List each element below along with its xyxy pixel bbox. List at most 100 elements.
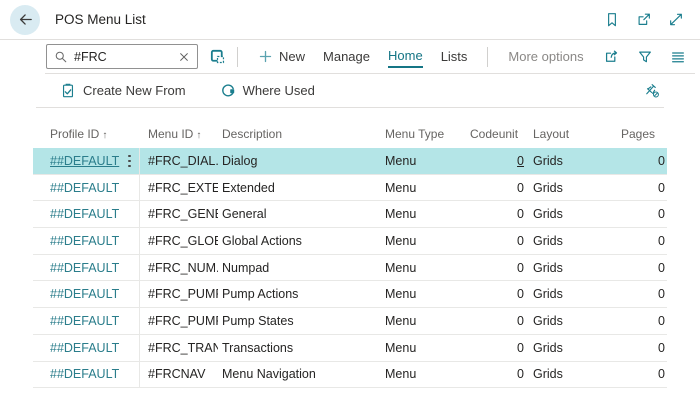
profile-id-link[interactable]: ##DEFAULT <box>50 181 119 195</box>
divider <box>487 47 488 67</box>
where-used-button[interactable]: Where Used <box>220 79 315 103</box>
create-new-from-button[interactable]: Create New From <box>60 78 186 103</box>
cell-description: Dialog <box>218 154 370 168</box>
cell-description: Pump Actions <box>218 287 370 301</box>
new-button[interactable]: New <box>249 45 314 68</box>
codeunit-link[interactable]: 0 <box>517 261 524 275</box>
codeunit-link[interactable]: 0 <box>517 234 524 248</box>
cell-codeunit: 0 <box>470 367 530 381</box>
profile-id-link[interactable]: ##DEFAULT <box>50 341 119 355</box>
cell-description: Numpad <box>218 261 370 275</box>
column-header-description[interactable]: Description <box>218 127 370 141</box>
command-bar: New Manage Home Lists More options <box>0 40 700 73</box>
action-bar: Create New From Where Used <box>0 74 700 107</box>
share-icon[interactable] <box>603 48 620 65</box>
plus-icon <box>258 49 273 64</box>
column-header-codeunit[interactable]: Codeunit <box>470 127 530 141</box>
profile-id-link[interactable]: ##DEFAULT <box>50 154 119 168</box>
cell-description: Transactions <box>218 341 370 355</box>
back-arrow-icon <box>17 11 34 28</box>
list-view-icon[interactable] <box>670 49 686 65</box>
cell-pages: 0 <box>610 181 667 195</box>
codeunit-link[interactable]: 0 <box>517 154 524 168</box>
column-header-profile-id[interactable]: Profile ID↑ <box>33 127 140 141</box>
table-row[interactable]: ##DEFAULT #FRC_PUMP... Pump States Menu … <box>33 308 667 335</box>
clipboard-check-icon <box>60 82 76 99</box>
codeunit-link[interactable]: 0 <box>517 207 524 221</box>
cell-menu-id: #FRC_GENE... <box>140 207 218 221</box>
bookmark-icon[interactable] <box>604 11 620 28</box>
cell-codeunit: 0 <box>470 154 530 168</box>
saved-views-icon[interactable] <box>209 48 226 65</box>
search-box[interactable] <box>46 44 198 69</box>
kebab-menu-icon[interactable] <box>128 155 131 168</box>
profile-id-link[interactable]: ##DEFAULT <box>50 207 119 221</box>
cell-codeunit: 0 <box>470 207 530 221</box>
codeunit-link[interactable]: 0 <box>517 287 524 301</box>
column-header-pages[interactable]: Pages <box>610 127 667 141</box>
divider <box>237 47 238 67</box>
cell-menu-type: Menu <box>370 261 470 275</box>
cell-layout: Grids <box>530 367 610 381</box>
page-title: POS Menu List <box>55 12 146 27</box>
cell-pages: 0 <box>610 314 667 328</box>
cell-pages: 0 <box>610 341 667 355</box>
codeunit-link[interactable]: 0 <box>517 341 524 355</box>
sort-asc-icon: ↑ <box>196 130 201 141</box>
expand-icon[interactable] <box>668 11 684 28</box>
cell-pages: 0 <box>610 261 667 275</box>
table-body: ##DEFAULT #FRC_DIAL... Dialog Menu 0 Gri… <box>33 148 667 388</box>
manage-button[interactable]: Manage <box>314 45 379 68</box>
back-button[interactable] <box>10 5 40 35</box>
tab-lists[interactable]: Lists <box>432 45 477 68</box>
profile-id-link[interactable]: ##DEFAULT <box>50 287 119 301</box>
cell-layout: Grids <box>530 341 610 355</box>
cell-layout: Grids <box>530 287 610 301</box>
table-row[interactable]: ##DEFAULT #FRC_DIAL... Dialog Menu 0 Gri… <box>33 148 667 175</box>
cell-profile-id: ##DEFAULT <box>33 234 120 248</box>
table-row[interactable]: ##DEFAULT #FRC_GENE... General Menu 0 Gr… <box>33 201 667 228</box>
profile-id-link[interactable]: ##DEFAULT <box>50 367 119 381</box>
filter-icon[interactable] <box>637 49 653 65</box>
cell-layout: Grids <box>530 207 610 221</box>
cell-menu-id: #FRCNAV <box>140 367 218 381</box>
search-input[interactable] <box>74 50 172 64</box>
popout-icon[interactable] <box>636 11 652 28</box>
cell-layout: Grids <box>530 181 610 195</box>
table-row[interactable]: ##DEFAULT #FRC_NUM... Numpad Menu 0 Grid… <box>33 255 667 282</box>
profile-id-link[interactable]: ##DEFAULT <box>50 234 119 248</box>
cell-profile-id: ##DEFAULT <box>33 314 120 328</box>
cell-description: General <box>218 207 370 221</box>
table-row[interactable]: ##DEFAULT #FRC_TRAN... Transactions Menu… <box>33 335 667 362</box>
column-header-menu-type[interactable]: Menu Type <box>370 127 470 141</box>
cell-layout: Grids <box>530 261 610 275</box>
table-row[interactable]: ##DEFAULT #FRC_GLOB... Global Actions Me… <box>33 228 667 255</box>
clear-search-icon[interactable] <box>178 51 190 63</box>
codeunit-link[interactable]: 0 <box>517 314 524 328</box>
cell-profile-id: ##DEFAULT <box>33 261 120 275</box>
codeunit-link[interactable]: 0 <box>517 181 524 195</box>
pin-icon[interactable] <box>643 82 660 99</box>
cell-pages: 0 <box>610 287 667 301</box>
profile-id-link[interactable]: ##DEFAULT <box>50 261 119 275</box>
profile-id-link[interactable]: ##DEFAULT <box>50 314 119 328</box>
column-header-menu-id[interactable]: Menu ID↑ <box>140 127 218 141</box>
table-row[interactable]: ##DEFAULT #FRC_EXTE... Extended Menu 0 G… <box>33 175 667 202</box>
codeunit-link[interactable]: 0 <box>517 367 524 381</box>
cell-menu-id: #FRC_PUMP... <box>140 314 218 328</box>
column-header-layout[interactable]: Layout <box>530 127 610 141</box>
table-row[interactable]: ##DEFAULT #FRC_PUMP... Pump Actions Menu… <box>33 281 667 308</box>
cell-row-options <box>120 335 140 361</box>
cell-profile-id: ##DEFAULT <box>33 207 120 221</box>
cell-menu-type: Menu <box>370 181 470 195</box>
cell-description: Global Actions <box>218 234 370 248</box>
cell-pages: 0 <box>610 234 667 248</box>
cell-codeunit: 0 <box>470 181 530 195</box>
more-options-button[interactable]: More options <box>499 45 592 68</box>
cell-profile-id: ##DEFAULT <box>33 154 120 168</box>
tab-home[interactable]: Home <box>379 44 432 70</box>
cell-row-options <box>120 308 140 334</box>
cell-menu-id: #FRC_TRAN... <box>140 341 218 355</box>
table-row[interactable]: ##DEFAULT #FRCNAV Menu Navigation Menu 0… <box>33 362 667 389</box>
cell-menu-type: Menu <box>370 207 470 221</box>
